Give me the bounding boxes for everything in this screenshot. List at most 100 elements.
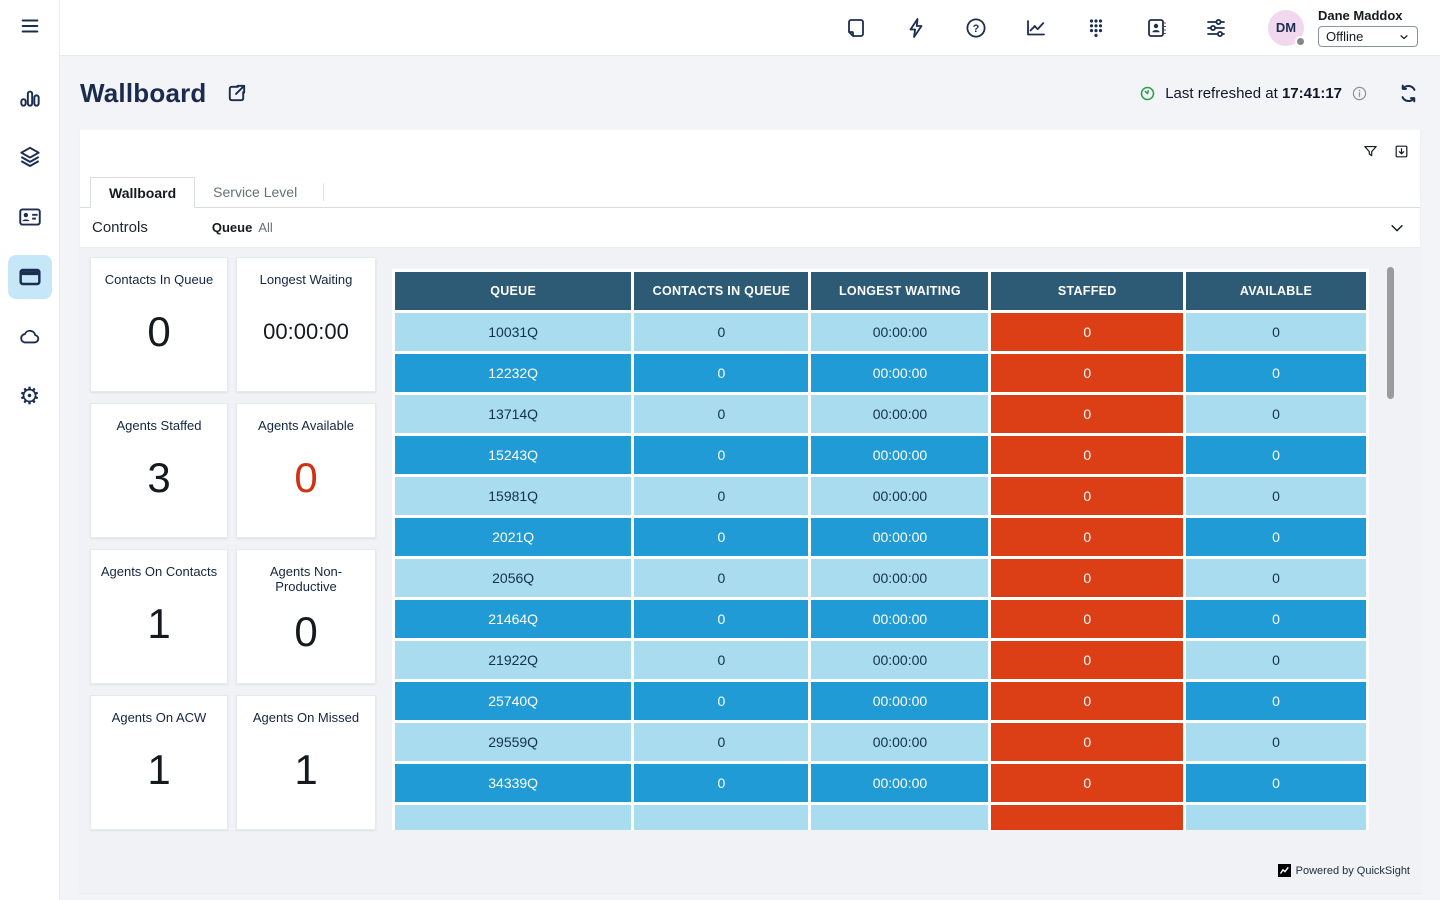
top-icon-group: ? <box>844 16 1228 40</box>
value-cell: 0 <box>1186 436 1366 474</box>
tab-bar: Wallboard Service Level <box>80 176 1420 208</box>
value-cell: 0 <box>1186 518 1366 556</box>
export-icon[interactable] <box>1393 143 1410 160</box>
sidebar-item-settings[interactable]: ⚙ <box>8 375 52 419</box>
value-cell: 00:00:00 <box>811 723 988 761</box>
user-name: Dane Maddox <box>1318 8 1418 23</box>
kpi-label: Agents Staffed <box>110 418 207 433</box>
wallboard-window-icon <box>16 263 44 291</box>
kpi-value: 1 <box>147 746 170 794</box>
queue-cell: 15981Q <box>395 477 631 515</box>
table-row: 10031Q000:00:0000 <box>395 313 1366 351</box>
value-cell: 0 <box>991 559 1183 597</box>
value-cell <box>991 805 1183 830</box>
table-row: 12232Q000:00:0000 <box>395 354 1366 392</box>
page-title: Wallboard <box>80 78 207 109</box>
column-header: LONGEST WAITING <box>811 272 988 310</box>
page-header: Wallboard Last refreshed at 17:41:17 <box>60 56 1440 130</box>
value-cell: 0 <box>634 764 808 802</box>
table-row: 34339Q000:00:0000 <box>395 764 1366 802</box>
kpi-card: Contacts In Queue 0 <box>90 257 228 392</box>
agent-status-value: Offline <box>1326 29 1363 44</box>
kpi-value: 0 <box>294 454 317 502</box>
directory-icon[interactable] <box>1144 16 1168 40</box>
last-refreshed-time: 17:41:17 <box>1282 85 1342 102</box>
queue-cell: 15243Q <box>395 436 631 474</box>
kpi-label: Longest Waiting <box>254 272 359 287</box>
layers-icon <box>17 144 43 170</box>
sidebar-item-cloud[interactable] <box>8 315 52 359</box>
settings-sliders-icon[interactable] <box>1204 16 1228 40</box>
table-row <box>395 805 1366 830</box>
kpi-label: Agents Non-Productive <box>237 564 375 594</box>
queue-filter[interactable]: Queue All <box>212 220 273 235</box>
value-cell: 00:00:00 <box>811 477 988 515</box>
value-cell: 0 <box>634 395 808 433</box>
chevron-down-icon <box>1398 31 1410 43</box>
kpi-grid: Contacts In Queue 0 Longest Waiting 00:0… <box>90 257 376 893</box>
top-bar: ? DM Dane Maddox Offline <box>60 0 1440 56</box>
queue-cell: 21922Q <box>395 641 631 679</box>
value-cell: 0 <box>991 395 1183 433</box>
controls-collapse-chevron-icon[interactable] <box>1388 219 1406 237</box>
dashboard-canvas: Contacts In Queue 0 Longest Waiting 00:0… <box>80 248 1420 893</box>
avatar[interactable]: DM <box>1268 10 1304 46</box>
tab-wallboard[interactable]: Wallboard <box>90 177 195 208</box>
value-cell: 0 <box>634 477 808 515</box>
value-cell: 0 <box>1186 682 1366 720</box>
value-cell: 0 <box>634 682 808 720</box>
metrics-icon[interactable] <box>1024 16 1048 40</box>
gear-icon: ⚙ <box>19 385 41 409</box>
dialpad-icon[interactable] <box>1084 16 1108 40</box>
value-cell: 0 <box>991 600 1183 638</box>
value-cell: 0 <box>991 313 1183 351</box>
sidebar-item-layers[interactable] <box>8 135 52 179</box>
quick-actions-icon[interactable] <box>904 16 928 40</box>
agent-status-select[interactable]: Offline <box>1318 26 1418 47</box>
value-cell: 00:00:00 <box>811 600 988 638</box>
filter-icon[interactable] <box>1362 143 1379 160</box>
help-icon[interactable]: ? <box>964 16 988 40</box>
tab-service-level[interactable]: Service Level <box>195 176 315 207</box>
value-cell: 0 <box>1186 764 1366 802</box>
sidebar-item-wallboard[interactable] <box>8 255 52 299</box>
value-cell: 0 <box>1186 600 1366 638</box>
value-cell: 00:00:00 <box>811 764 988 802</box>
cloud-icon <box>17 324 43 350</box>
queue-table: QUEUECONTACTS IN QUEUELONGEST WAITINGSTA… <box>392 269 1369 830</box>
value-cell: 0 <box>634 559 808 597</box>
queue-cell: 25740Q <box>395 682 631 720</box>
sidebar-item-contacts[interactable] <box>8 195 52 239</box>
value-cell: 0 <box>1186 559 1366 597</box>
value-cell: 0 <box>1186 641 1366 679</box>
table-scrollbar[interactable] <box>1387 267 1394 399</box>
open-external-icon[interactable] <box>225 82 248 105</box>
tab-separator <box>323 183 324 201</box>
sidebar-item-analytics[interactable] <box>8 75 52 119</box>
kpi-card: Agents Non-Productive 0 <box>236 549 376 684</box>
hamburger-menu-icon[interactable] <box>17 15 43 37</box>
last-refreshed-text: Last refreshed at 17:41:17 <box>1165 85 1342 102</box>
id-card-icon <box>17 204 43 230</box>
value-cell: 0 <box>634 354 808 392</box>
kpi-label: Agents Available <box>252 418 360 433</box>
queue-cell: 2056Q <box>395 559 631 597</box>
kpi-card: Agents Available 0 <box>236 403 376 538</box>
value-cell: 0 <box>991 436 1183 474</box>
value-cell: 0 <box>634 723 808 761</box>
info-icon[interactable] <box>1351 85 1368 102</box>
value-cell: 00:00:00 <box>811 682 988 720</box>
value-cell: 0 <box>1186 313 1366 351</box>
kpi-card: Agents On Contacts 1 <box>90 549 228 684</box>
note-icon[interactable] <box>844 16 868 40</box>
queue-cell: 10031Q <box>395 313 631 351</box>
queue-cell: 2021Q <box>395 518 631 556</box>
value-cell: 0 <box>1186 354 1366 392</box>
value-cell: 0 <box>634 518 808 556</box>
value-cell: 0 <box>991 354 1183 392</box>
refresh-icon[interactable] <box>1397 82 1420 105</box>
value-cell: 00:00:00 <box>811 559 988 597</box>
value-cell <box>634 805 808 830</box>
quicksight-footer: Powered by QuickSight <box>1278 864 1410 877</box>
value-cell: 00:00:00 <box>811 436 988 474</box>
